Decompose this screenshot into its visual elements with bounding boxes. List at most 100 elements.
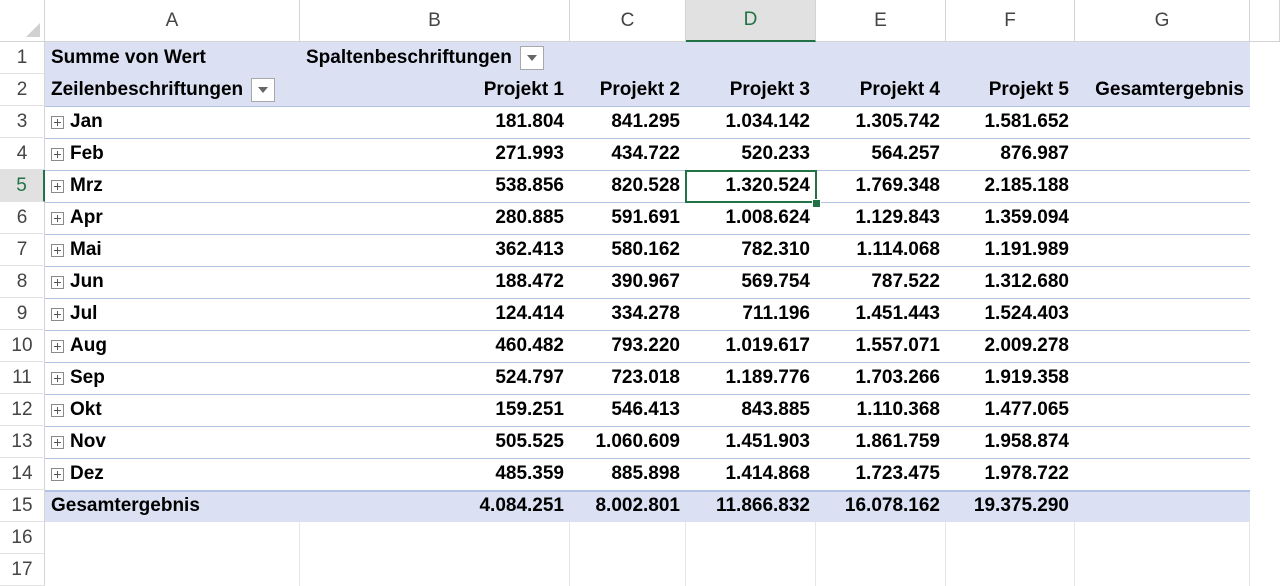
expand-plus-icon[interactable] <box>51 275 64 289</box>
pivot-value-cell[interactable] <box>1075 394 1250 426</box>
grand-total-cell[interactable] <box>1075 490 1250 522</box>
pivot-value-cell[interactable]: 1.034.142 <box>686 106 816 138</box>
pivot-value-cell[interactable]: 546.413 <box>570 394 686 426</box>
pivot-value-cell[interactable] <box>1075 362 1250 394</box>
pivot-value-cell[interactable]: 1.451.903 <box>686 426 816 458</box>
pivot-value-cell[interactable]: 591.691 <box>570 202 686 234</box>
pivot-value-cell[interactable]: 843.885 <box>686 394 816 426</box>
row-header-9[interactable]: 9 <box>0 298 45 330</box>
pivot-value-cell[interactable] <box>1075 138 1250 170</box>
pivot-value-cell[interactable]: 280.885 <box>300 202 570 234</box>
pivot-value-cell[interactable]: 362.413 <box>300 234 570 266</box>
pivot-value-cell[interactable]: 782.310 <box>686 234 816 266</box>
empty-cell[interactable] <box>946 522 1075 554</box>
pivot-value-cell[interactable] <box>1075 330 1250 362</box>
pivot-value-cell[interactable] <box>1075 458 1250 490</box>
pivot-value-cell[interactable]: 564.257 <box>816 138 946 170</box>
pivot-row-label[interactable]: Jun <box>45 266 300 298</box>
grand-total-cell[interactable]: 11.866.832 <box>686 490 816 522</box>
row-header-6[interactable]: 6 <box>0 202 45 234</box>
pivot-value-cell[interactable]: 1.477.065 <box>946 394 1075 426</box>
empty-cell[interactable] <box>816 554 946 586</box>
pivot-value-cell[interactable]: 124.414 <box>300 298 570 330</box>
pivot-value-cell[interactable]: 1.312.680 <box>946 266 1075 298</box>
pivot-value-cell[interactable]: 1.703.266 <box>816 362 946 394</box>
grand-total-cell[interactable]: 16.078.162 <box>816 490 946 522</box>
row-header-11[interactable]: 11 <box>0 362 45 394</box>
expand-plus-icon[interactable] <box>51 435 64 449</box>
pivot-value-cell[interactable]: 460.482 <box>300 330 570 362</box>
pivot-value-cell[interactable]: 876.987 <box>946 138 1075 170</box>
pivot-value-cell[interactable]: 1.723.475 <box>816 458 946 490</box>
pivot-value-cell[interactable]: 1.769.348 <box>816 170 946 202</box>
pivot-value-cell[interactable] <box>1075 266 1250 298</box>
pivot-row-label[interactable]: Mrz <box>45 170 300 202</box>
pivot-value-cell[interactable]: 188.472 <box>300 266 570 298</box>
pivot-value-cell[interactable]: 1.557.071 <box>816 330 946 362</box>
pivot-row-label[interactable]: Apr <box>45 202 300 234</box>
pivot-value-cell[interactable] <box>1075 170 1250 202</box>
grand-total-cell[interactable]: 8.002.801 <box>570 490 686 522</box>
expand-plus-icon[interactable] <box>51 339 64 353</box>
row-header-4[interactable]: 4 <box>0 138 45 170</box>
pivot-value-cell[interactable]: 1.305.742 <box>816 106 946 138</box>
empty-cell[interactable] <box>570 522 686 554</box>
value-field-label[interactable]: Summe von Wert <box>45 42 300 74</box>
fill-handle[interactable] <box>812 199 821 208</box>
expand-plus-icon[interactable] <box>51 307 64 321</box>
expand-plus-icon[interactable] <box>51 115 64 129</box>
row-header-15[interactable]: 15 <box>0 490 45 522</box>
pivot-column-header[interactable]: Gesamtergebnis <box>1075 74 1250 106</box>
spreadsheet-grid[interactable]: A B C D E F G 1 2 3 4 5 6 7 8 9 10 11 12 13 14 15 16 17 Summe vo… <box>0 0 1280 586</box>
select-all-corner[interactable] <box>0 0 45 42</box>
grand-total-cell[interactable]: 19.375.290 <box>946 490 1075 522</box>
pivot-value-cell[interactable]: 181.804 <box>300 106 570 138</box>
empty-cell[interactable] <box>686 522 816 554</box>
pivot-value-cell[interactable]: 2.009.278 <box>946 330 1075 362</box>
pivot-row-label[interactable]: Dez <box>45 458 300 490</box>
pivot-row-label[interactable]: Okt <box>45 394 300 426</box>
pivot-value-cell[interactable]: 569.754 <box>686 266 816 298</box>
pivot-column-header[interactable]: Projekt 3 <box>686 74 816 106</box>
expand-plus-icon[interactable] <box>51 467 64 481</box>
pivot-value-cell[interactable] <box>1075 426 1250 458</box>
row-header-1[interactable]: 1 <box>0 42 45 74</box>
empty-cell[interactable] <box>300 522 570 554</box>
empty-cell[interactable] <box>300 554 570 586</box>
column-header-c[interactable]: C <box>570 0 686 42</box>
column-header-a[interactable]: A <box>45 0 300 42</box>
pivot-value-cell[interactable]: 580.162 <box>570 234 686 266</box>
pivot-row-label[interactable]: Mai <box>45 234 300 266</box>
pivot-value-cell[interactable]: 1.581.652 <box>946 106 1075 138</box>
empty-cell[interactable] <box>946 554 1075 586</box>
pivot-column-header[interactable]: Projekt 4 <box>816 74 946 106</box>
pivot-value-cell[interactable]: 723.018 <box>570 362 686 394</box>
pivot-value-cell[interactable]: 1.958.874 <box>946 426 1075 458</box>
expand-plus-icon[interactable] <box>51 147 64 161</box>
pivot-value-cell[interactable]: 390.967 <box>570 266 686 298</box>
row-header-16[interactable]: 16 <box>0 522 45 554</box>
pivot-row-label[interactable]: Jul <box>45 298 300 330</box>
pivot-row-label[interactable]: Jan <box>45 106 300 138</box>
pivot-value-cell[interactable] <box>1075 234 1250 266</box>
pivot-value-cell[interactable]: 1.414.868 <box>686 458 816 490</box>
expand-plus-icon[interactable] <box>51 243 64 257</box>
pivot-value-cell[interactable]: 1.861.759 <box>816 426 946 458</box>
pivot-value-cell[interactable]: 885.898 <box>570 458 686 490</box>
expand-plus-icon[interactable] <box>51 179 64 193</box>
pivot-row-label[interactable]: Nov <box>45 426 300 458</box>
row-header-10[interactable]: 10 <box>0 330 45 362</box>
pivot-row-label[interactable]: Sep <box>45 362 300 394</box>
row-header-3[interactable]: 3 <box>0 106 45 138</box>
row-header-13[interactable]: 13 <box>0 426 45 458</box>
pivot-value-cell[interactable]: 793.220 <box>570 330 686 362</box>
grand-total-label[interactable]: Gesamtergebnis <box>45 490 300 522</box>
pivot-row-label[interactable]: Aug <box>45 330 300 362</box>
pivot-value-cell[interactable]: 485.359 <box>300 458 570 490</box>
pivot-value-cell[interactable]: 520.233 <box>686 138 816 170</box>
pivot-value-cell[interactable]: 1.359.094 <box>946 202 1075 234</box>
expand-plus-icon[interactable] <box>51 371 64 385</box>
pivot-value-cell[interactable]: 1.189.776 <box>686 362 816 394</box>
column-header-g[interactable]: G <box>1075 0 1250 42</box>
row-header-5[interactable]: 5 <box>0 170 45 202</box>
